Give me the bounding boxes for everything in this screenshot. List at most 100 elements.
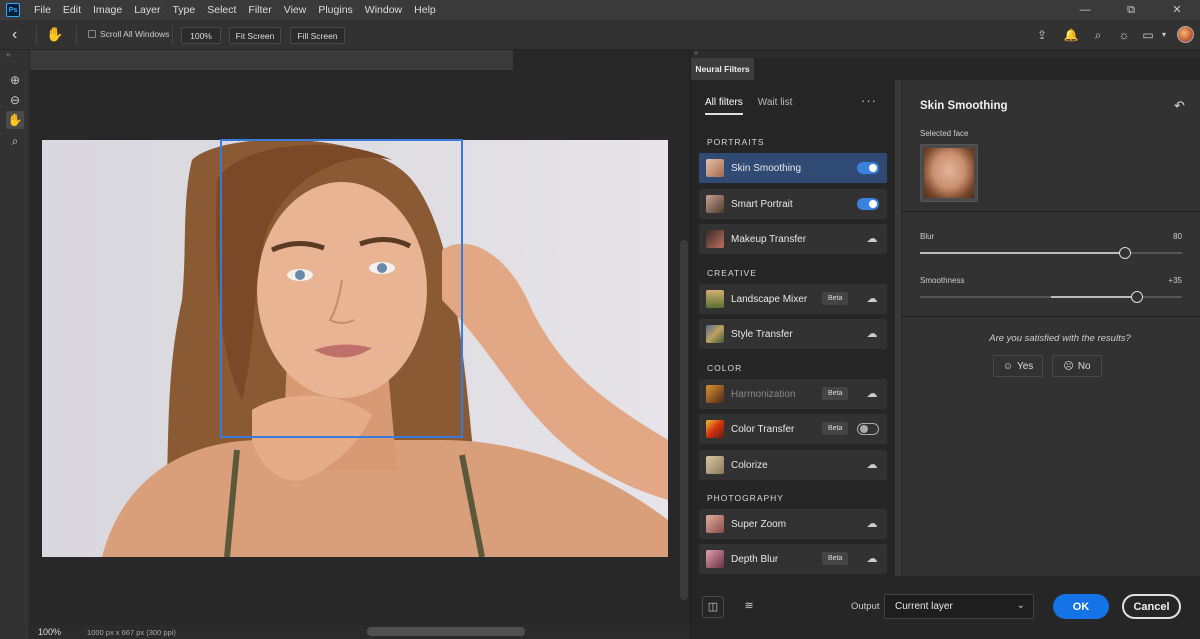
more-options-icon[interactable]: ··· — [861, 93, 877, 108]
section-color: COLOR — [707, 363, 743, 373]
divider — [902, 316, 1200, 317]
zoom-in-icon[interactable]: ⊕ — [6, 71, 24, 89]
search-icon[interactable]: ⌕ — [1090, 27, 1106, 43]
workspace-icon[interactable]: ▭ — [1140, 27, 1156, 43]
share-icon[interactable]: ⇪ — [1034, 27, 1050, 43]
menu-type[interactable]: Type — [166, 0, 201, 20]
filter-toggle[interactable] — [857, 198, 879, 210]
zoom-tool-icon[interactable]: ⌕ — [6, 132, 24, 150]
filter-label: Style Transfer — [731, 328, 793, 340]
menu-edit[interactable]: Edit — [57, 0, 87, 20]
chevron-down-icon[interactable]: ▾ — [1156, 27, 1172, 43]
document-info: 1000 px x 667 px (300 ppi) — [87, 627, 176, 637]
reset-icon[interactable]: ↶ — [1174, 98, 1185, 114]
fill-screen-button[interactable]: Fill Screen — [290, 27, 345, 44]
tools-panel: » ⊕ ⊖ ✋ ⌕ — [0, 50, 30, 639]
compare-view-icon[interactable]: ◫ — [702, 596, 724, 618]
settings-title: Skin Smoothing — [920, 100, 1008, 112]
collapse-handle-icon[interactable]: » — [694, 50, 698, 57]
vertical-scrollbar[interactable] — [680, 240, 688, 600]
face-detection-box[interactable] — [220, 139, 463, 438]
zoom-100-button[interactable]: 100% — [181, 27, 221, 44]
menu-layer[interactable]: Layer — [128, 0, 166, 20]
tab-all-filters[interactable]: All filters — [705, 97, 743, 115]
window-controls: — ⧉ ✕ — [1062, 0, 1200, 20]
menu-image[interactable]: Image — [87, 0, 128, 20]
checkbox-icon[interactable] — [88, 30, 96, 38]
filter-label: Colorize — [731, 459, 768, 471]
filter-style-transfer[interactable]: Style Transfer ☁ — [699, 319, 887, 349]
cloud-download-icon[interactable]: ☁ — [865, 458, 879, 472]
filter-landscape-mixer[interactable]: Landscape Mixer Beta ☁ — [699, 284, 887, 314]
section-portraits: PORTRAITS — [707, 137, 765, 147]
hand-tool-icon[interactable]: ✋ — [6, 111, 24, 129]
menu-filter[interactable]: Filter — [242, 0, 277, 20]
menu-view[interactable]: View — [278, 0, 313, 20]
selected-face-label: Selected face — [920, 129, 969, 138]
filter-harmonization[interactable]: Harmonization Beta ☁ — [699, 379, 887, 409]
divider — [36, 25, 37, 45]
cloud-download-icon[interactable]: ☁ — [865, 552, 879, 566]
feedback-question: Are you satisfied with the results? — [989, 333, 1131, 344]
menu-bar: Ps File Edit Image Layer Type Select Fil… — [0, 0, 1200, 20]
filter-makeup-transfer[interactable]: Makeup Transfer ☁ — [699, 224, 887, 254]
tab-neural-filters[interactable]: Neural Filters — [691, 58, 754, 80]
restore-icon[interactable]: ⧉ — [1108, 0, 1154, 20]
filter-toggle[interactable] — [857, 162, 879, 174]
bell-icon[interactable]: 🔔 — [1063, 27, 1079, 43]
filter-list-scrollbar[interactable] — [895, 80, 901, 576]
filter-thumbnail — [706, 195, 724, 213]
cancel-button[interactable]: Cancel — [1122, 594, 1181, 619]
layers-icon[interactable]: ≋ — [738, 596, 760, 618]
cloud-download-icon[interactable]: ☁ — [865, 292, 879, 306]
filter-super-zoom[interactable]: Super Zoom ☁ — [699, 509, 887, 539]
blur-slider-track[interactable] — [920, 252, 1182, 254]
output-label: Output — [851, 601, 880, 612]
menu-select[interactable]: Select — [201, 0, 242, 20]
selected-face-thumbnail[interactable] — [920, 144, 978, 202]
filter-list-tabs: All filters Wait list — [705, 97, 792, 115]
ok-button[interactable]: OK — [1053, 594, 1109, 619]
zoom-out-icon[interactable]: ⊖ — [6, 91, 24, 109]
collapse-handle-icon[interactable]: » — [6, 50, 10, 59]
no-button[interactable]: ☹ No — [1052, 355, 1102, 377]
cloud-download-icon[interactable]: ☁ — [865, 232, 879, 246]
back-arrow-icon[interactable]: ‹ — [12, 26, 30, 44]
no-label: No — [1077, 360, 1091, 372]
lightbulb-icon[interactable]: ☼ — [1116, 27, 1132, 43]
blur-slider-handle[interactable] — [1119, 247, 1131, 259]
menu-plugins[interactable]: Plugins — [312, 0, 358, 20]
zoom-level[interactable]: 100% — [38, 627, 61, 637]
filter-thumbnail — [706, 230, 724, 248]
section-creative: CREATIVE — [707, 268, 757, 278]
hand-tool-icon[interactable]: ✋ — [46, 26, 64, 44]
face-image — [924, 148, 974, 198]
menu-window[interactable]: Window — [359, 0, 408, 20]
yes-button[interactable]: ☺ Yes — [993, 355, 1043, 377]
minimize-icon[interactable]: — — [1062, 0, 1108, 20]
filter-color-transfer[interactable]: Color Transfer Beta — [699, 414, 887, 444]
filter-depth-blur[interactable]: Depth Blur Beta ☁ — [699, 544, 887, 574]
close-icon[interactable]: ✕ — [1154, 0, 1200, 20]
cloud-download-icon[interactable]: ☁ — [865, 387, 879, 401]
filter-label: Depth Blur — [731, 553, 779, 565]
filter-colorize[interactable]: Colorize ☁ — [699, 450, 887, 480]
avatar[interactable] — [1177, 26, 1194, 43]
filter-toggle[interactable] — [857, 423, 879, 435]
scroll-all-windows-checkbox[interactable]: Scroll All Windows — [88, 29, 169, 39]
cloud-download-icon[interactable]: ☁ — [865, 517, 879, 531]
output-value: Current layer — [895, 601, 953, 612]
tab-wait-list[interactable]: Wait list — [758, 97, 793, 115]
cloud-download-icon[interactable]: ☁ — [865, 327, 879, 341]
filter-smart-portrait[interactable]: Smart Portrait — [699, 189, 887, 219]
menu-help[interactable]: Help — [408, 0, 442, 20]
menu-file[interactable]: File — [28, 0, 57, 20]
smoothness-slider-handle[interactable] — [1131, 291, 1143, 303]
filter-skin-smoothing[interactable]: Skin Smoothing — [699, 153, 887, 183]
output-dropdown[interactable]: Current layer ⌄ — [884, 594, 1034, 619]
fit-screen-button[interactable]: Fit Screen — [229, 27, 281, 44]
filter-thumbnail — [706, 456, 724, 474]
divider — [902, 211, 1200, 212]
horizontal-scrollbar[interactable] — [367, 627, 525, 636]
document-tab[interactable] — [30, 50, 513, 70]
